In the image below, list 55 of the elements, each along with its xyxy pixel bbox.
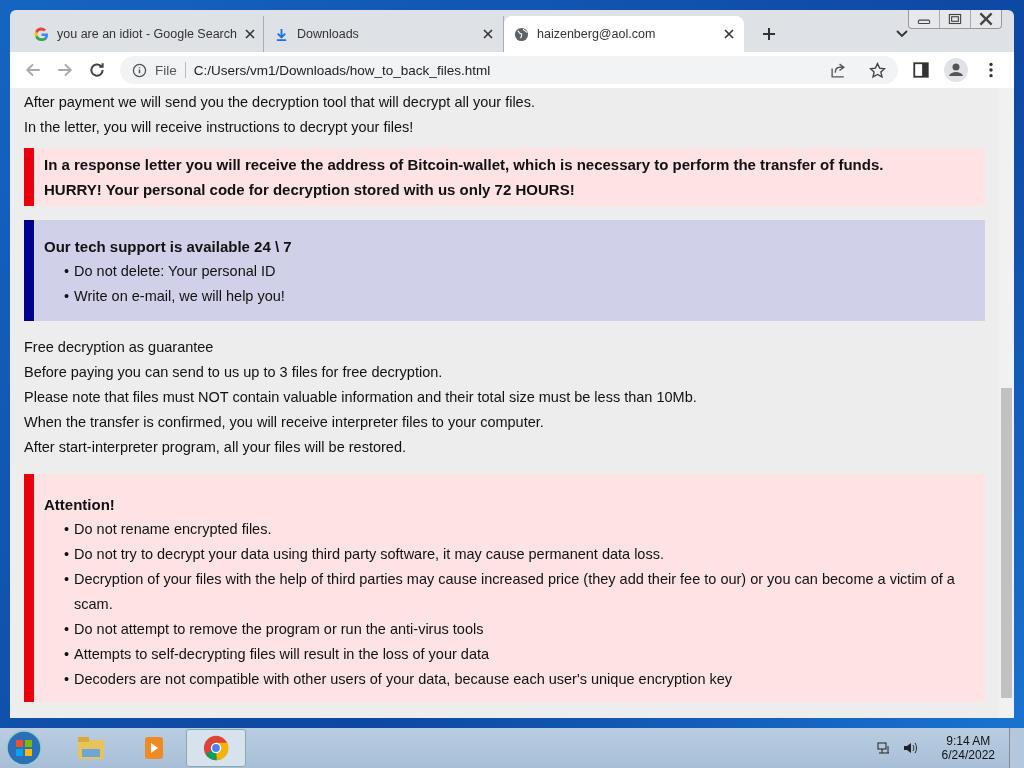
address-bar[interactable]: File C:/Users/vm1/Downloads/how_to_back_files.html (120, 56, 898, 84)
volume-icon[interactable] (901, 740, 918, 756)
text-line: After start-interpreter program, all your files will be restored. (24, 438, 407, 457)
scrollbar-thumb[interactable] (1001, 388, 1012, 698)
folder-icon (76, 735, 106, 761)
url-text: C:/Users/vm1/Downloads/how_to_back_files.html (193, 62, 491, 78)
reload-icon[interactable] (88, 61, 106, 79)
bullet-item: Attempts to self-decrypting files will result in the loss of your data (74, 645, 491, 664)
close-tab-icon[interactable] (483, 29, 493, 39)
box-heading: Our tech support is available 24 \ 7 (44, 237, 293, 257)
notice-text: HURRY! Your personal code for decryption stored with us only 72 HOURS! (44, 180, 576, 200)
tab-search-icon[interactable] (896, 30, 908, 38)
google-icon (34, 26, 49, 42)
profile-icon[interactable] (944, 58, 968, 82)
bullet-item: Do not try to decrypt your data using third party software, it may cause permanent data loss. (74, 545, 665, 564)
notice-text: In a response letter you will receive the address of Bitcoin-wallet, which is necessary to perform the transfer of funds. (44, 155, 885, 175)
download-icon (274, 26, 289, 42)
bullet-marker: • (64, 545, 71, 564)
bullet-marker: • (64, 620, 71, 639)
text-line: Before paying you can send to us up to 3 files for free decryption. (24, 363, 444, 382)
clock-time[interactable]: 9:14 AM (946, 734, 991, 748)
scrollbar[interactable] (999, 88, 1014, 718)
close-tab-icon[interactable] (244, 29, 255, 39)
file-label: File (155, 62, 177, 78)
bullet-item: Do not rename encrypted files. (74, 520, 273, 539)
text-line: In the letter, you will receive instructions to decrypt your files! (24, 118, 415, 137)
bullet-item: Decoders are not compatible with other users of your data, because each user's unique encryption key (74, 670, 734, 689)
bullet-marker: • (64, 645, 71, 664)
bullet-marker: • (64, 520, 71, 539)
share-icon[interactable] (830, 61, 847, 79)
text-line: After payment we will send you the decryption tool that will decrypt all your files. (24, 93, 536, 112)
globe-icon (514, 26, 529, 42)
bookmark-star-icon[interactable] (869, 61, 886, 79)
clock-date[interactable]: 6/24/2022 (941, 748, 995, 762)
start-button[interactable] (4, 728, 44, 768)
bullet-item: Decryption of your files with the help of third parties may cause increased price (they add their fee to our) or you can become a victim of a scam. (74, 570, 956, 614)
chrome-icon (201, 735, 231, 761)
info-icon (132, 62, 147, 78)
bullet-marker: • (64, 287, 71, 306)
bullet-marker: • (64, 570, 71, 589)
bullet-item: Do not delete: Your personal ID (74, 262, 277, 281)
bullet-marker: • (64, 670, 71, 689)
text-line: Please note that files must NOT contain valuable information and their total size must be less than 10Mb. (24, 388, 698, 407)
text-line: When the transfer is confirmed, you will receive interpreter files to your computer. (24, 413, 545, 432)
bullet-item: Do not attempt to remove the program or run the anti-virus tools (74, 620, 485, 639)
new-tab-icon[interactable] (762, 27, 776, 41)
bullet-marker: • (64, 262, 71, 281)
side-panel-icon[interactable] (912, 61, 930, 79)
text-line: Free decryption as guarantee (24, 338, 215, 357)
bullet-item: Write on e-mail, we will help you! (74, 287, 286, 306)
box-heading: Attention! (44, 495, 116, 515)
network-icon[interactable] (875, 740, 892, 756)
browser-tab[interactable]: haizenberg@aol.com (504, 16, 744, 52)
taskbar-app[interactable] (186, 729, 246, 767)
close-tab-icon[interactable] (724, 29, 734, 39)
